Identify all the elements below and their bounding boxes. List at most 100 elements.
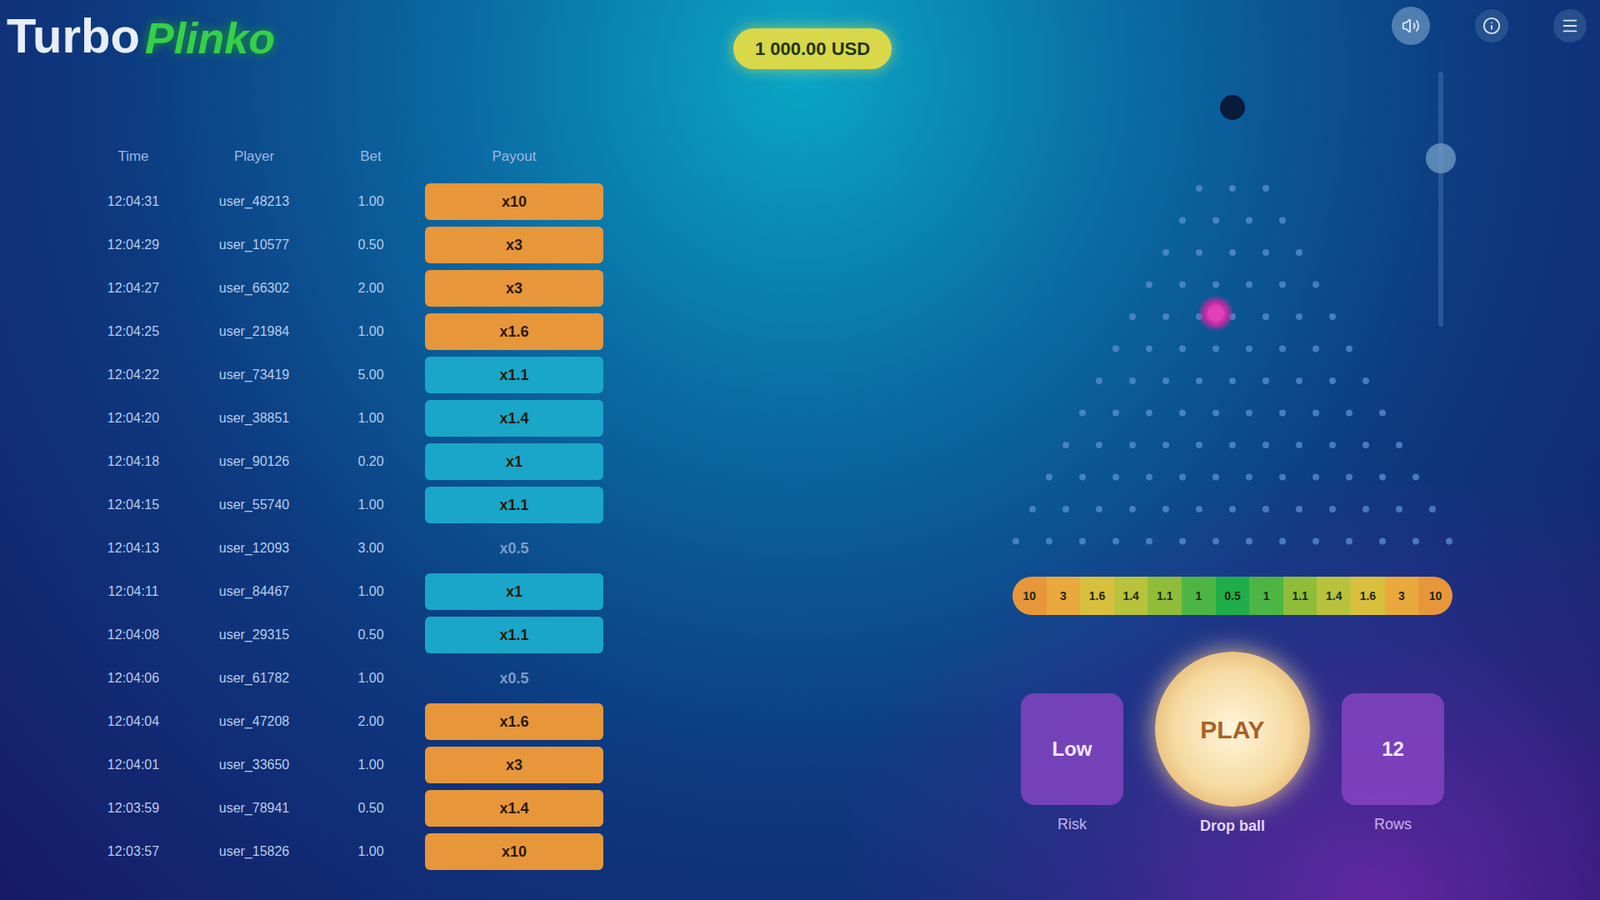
peg: [1229, 185, 1236, 192]
peg: [1379, 538, 1386, 545]
bet-slider[interactable]: [1438, 71, 1444, 327]
peg: [1345, 538, 1353, 545]
multiplier-bar: 1031.61.41.110.511.11.41.6310: [1012, 576, 1453, 615]
multiplier-bucket: 1.1: [1283, 576, 1318, 615]
peg: [1245, 474, 1253, 481]
menu-button[interactable]: [1553, 9, 1587, 43]
peg: [1195, 249, 1203, 256]
table-row: 12:04:29user_105770.50x3: [83, 223, 634, 267]
peg: [1279, 474, 1286, 481]
sound-icon: [1401, 16, 1420, 35]
peg: [1212, 538, 1220, 545]
peg: [1179, 538, 1186, 545]
rows-button[interactable]: 12: [1341, 693, 1445, 805]
sound-button[interactable]: [1391, 6, 1430, 45]
peg: [1312, 410, 1320, 417]
peg: [1095, 377, 1103, 385]
payout-cell: x1.6: [425, 313, 604, 350]
peg: [1195, 377, 1203, 385]
peg: [1229, 441, 1236, 449]
payout-cell: x1.4: [425, 400, 604, 437]
peg: [1262, 377, 1270, 385]
payout-cell: x3: [425, 226, 604, 264]
peg: [1112, 538, 1120, 545]
balance-badge: 1 000.00 USD: [733, 28, 892, 70]
peg: [1345, 410, 1353, 417]
table-row: 12:04:25user_219841.00x1.6: [83, 310, 634, 354]
peg: [1262, 505, 1270, 513]
multiplier-bucket: 1.6: [1350, 576, 1385, 615]
bet-slider-knob[interactable]: [1425, 143, 1456, 174]
table-row: 12:03:59user_789410.50x1.4: [83, 786, 634, 830]
header: TurboPlinko 1 000.00 USD: [0, 0, 1600, 84]
peg: [1195, 185, 1203, 192]
table-row: 12:04:22user_734195.00x1.1: [83, 353, 634, 397]
peg: [1295, 505, 1303, 513]
peg: [1245, 538, 1253, 545]
peg: [1012, 538, 1020, 545]
peg: [1279, 217, 1286, 225]
peg: [1229, 249, 1236, 256]
payout-cell: x1: [425, 573, 604, 610]
peg: [1129, 441, 1136, 449]
peg: [1395, 441, 1403, 449]
peg: [1362, 505, 1370, 513]
peg: [1279, 345, 1286, 353]
peg: [1229, 377, 1236, 385]
peg: [1179, 217, 1186, 225]
peg: [1079, 538, 1086, 545]
table-row: 12:03:57user_158261.00x10: [83, 830, 634, 874]
peg: [1362, 441, 1370, 449]
dropper-icon: [1220, 95, 1245, 120]
peg: [1112, 474, 1120, 481]
peg: [1295, 249, 1303, 256]
multiplier-bucket: 1: [1249, 576, 1284, 615]
peg: [1145, 410, 1153, 417]
peg: [1129, 313, 1136, 320]
peg: [1329, 377, 1336, 385]
table-row: 12:04:04user_472082.00x1.6: [83, 700, 634, 744]
peg: [1329, 441, 1336, 449]
table-row: 12:04:15user_557401.00x1.1: [83, 483, 634, 527]
peg: [1145, 538, 1153, 545]
info-button[interactable]: [1475, 9, 1509, 43]
peg: [1245, 217, 1253, 225]
peg: [1162, 441, 1170, 449]
payout-cell: x1.1: [425, 616, 604, 654]
peg: [1329, 505, 1336, 513]
table-row: 12:04:06user_617821.00x0.5: [83, 656, 634, 700]
payout-cell: x10: [425, 833, 604, 870]
multiplier-bucket: 3: [1046, 576, 1081, 615]
peg: [1129, 377, 1136, 385]
controls: LowRiskPLAYDrop ball12Rows: [1020, 651, 1445, 838]
peg: [1195, 441, 1203, 449]
peg: [1245, 410, 1253, 417]
peg: [1212, 281, 1220, 289]
table-row: 12:04:11user_844671.00x1: [83, 570, 634, 614]
risk-button[interactable]: Low: [1020, 693, 1124, 805]
payout-cell: x1.4: [425, 790, 604, 827]
peg: [1095, 505, 1103, 513]
peg: [1162, 249, 1170, 256]
peg: [1362, 377, 1370, 385]
peg: [1429, 505, 1436, 513]
multiplier-bucket: 10: [1012, 576, 1047, 615]
multiplier-bucket: 1.6: [1080, 576, 1115, 615]
peg: [1229, 505, 1236, 513]
peg: [1295, 441, 1303, 449]
play-button[interactable]: PLAY: [1155, 651, 1310, 807]
table-row: 12:04:20user_388511.00x1.4: [83, 396, 634, 440]
payout-cell: x10: [425, 183, 604, 220]
peg: [1212, 217, 1220, 225]
table-row: 12:04:13user_120933.00x0.5: [83, 526, 634, 570]
logo: TurboPlinko: [0, 0, 534, 60]
peg: [1279, 538, 1286, 545]
payout-cell: x0.5: [425, 530, 604, 567]
peg: [1245, 281, 1253, 289]
peg: [1079, 474, 1086, 481]
peg: [1179, 410, 1186, 417]
info-icon: [1482, 16, 1501, 35]
history-table: TimePlayerBetPayout12:04:31user_482131.0…: [0, 83, 634, 900]
multiplier-bucket: 1.4: [1114, 576, 1149, 615]
table-row: 12:04:31user_482131.00x10: [83, 180, 634, 224]
